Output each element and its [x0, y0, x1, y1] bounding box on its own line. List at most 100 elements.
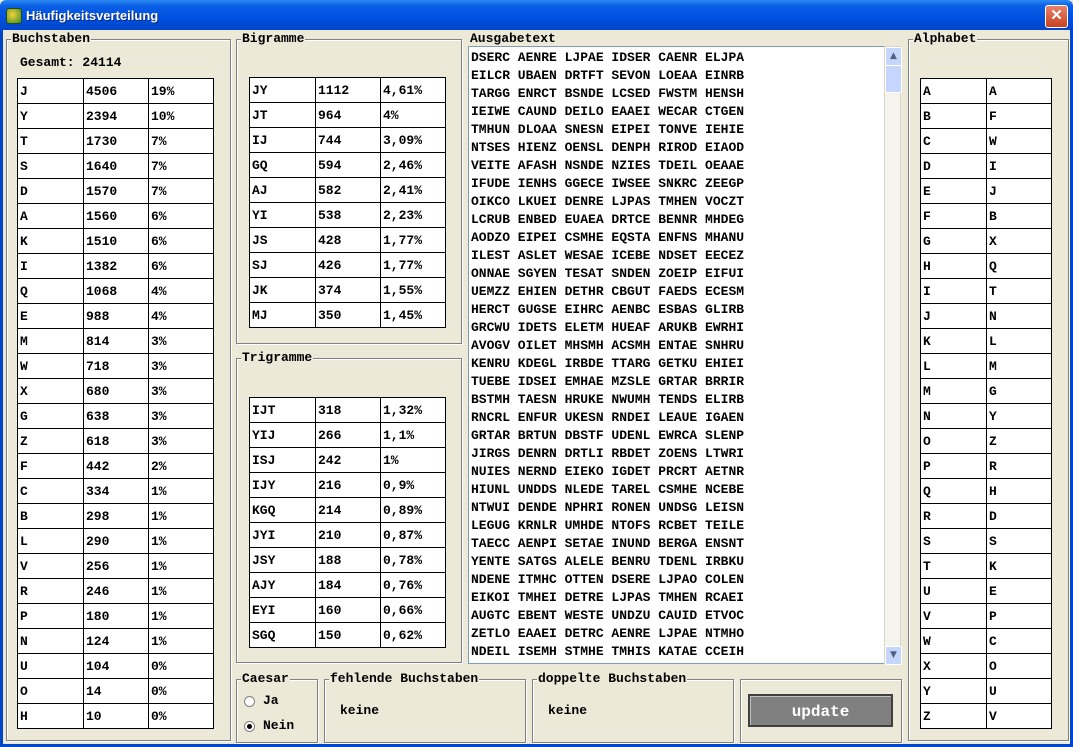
caesar-group: Caesar — [236, 671, 318, 743]
buchstaben-percent-cell: 3% — [148, 328, 214, 354]
alphabet-row: TK — [920, 553, 1052, 579]
ausgabetext-line: UEMZZ EHIEN DETHR CBGUT FAEDS ECESM — [471, 284, 745, 299]
ausgabetext-line: LCRUB ENBED EUAEA DRTCE BENNR MHDEG — [471, 212, 745, 227]
ausgabetext-line: NUIES NERND EIEKO IGDET PRCRT AETNR — [471, 464, 745, 479]
alphabet-plain-cell: V — [920, 603, 987, 629]
caesar-ja-label[interactable]: Ja — [263, 693, 279, 708]
bigramme-count-cell: 744 — [315, 127, 381, 153]
buchstaben-letter-cell: W — [17, 353, 84, 379]
bigramme-percent-cell: 4% — [380, 102, 446, 128]
update-button[interactable]: update — [748, 694, 893, 727]
caesar-ja-radio[interactable] — [244, 696, 255, 707]
buchstaben-table: J 4506 19% Y 2394 10% T 1730 7% S 1640 7% D 1570 7% A 15… — [17, 78, 214, 729]
bigramme-percent-cell: 1,77% — [380, 252, 446, 278]
alphabet-cipher-cell: L — [986, 328, 1052, 354]
trigramme-count-cell: 184 — [315, 572, 381, 598]
alphabet-plain-cell: A — [920, 78, 987, 104]
trigramme-count-cell: 150 — [315, 622, 381, 648]
buchstaben-percent-cell: 0% — [148, 678, 214, 704]
ausgabetext-line: HERCT GUGSE EIHRC AENBC ESBAS GLIRB — [471, 302, 745, 317]
alphabet-cipher-cell: Q — [986, 253, 1052, 279]
alphabet-plain-cell: U — [920, 578, 987, 604]
buchstaben-letter-cell: Q — [17, 278, 84, 304]
bigramme-row: IJ 744 3,09% — [249, 127, 446, 153]
trigramme-row: SGQ 150 0,62% — [249, 622, 446, 648]
buchstaben-percent-cell: 19% — [148, 78, 214, 104]
buchstaben-row: H 10 0% — [17, 703, 214, 729]
buchstaben-percent-cell: 7% — [148, 153, 214, 179]
buchstaben-percent-cell: 2% — [148, 453, 214, 479]
alphabet-row: IT — [920, 278, 1052, 304]
alphabet-row: JN — [920, 303, 1052, 329]
scroll-thumb[interactable] — [885, 65, 902, 93]
buchstaben-count-cell: 1570 — [83, 178, 149, 204]
ausgabetext-line: YENTE SATGS ALELE BENRU TDENL IRBKU — [471, 554, 745, 569]
bigramme-gram-cell: AJ — [249, 177, 316, 203]
buchstaben-letter-cell: B — [17, 503, 84, 529]
buchstaben-count-cell: 680 — [83, 378, 149, 404]
trigramme-percent-cell: 0,78% — [380, 547, 446, 573]
ausgabetext-memo[interactable]: DSERC AENRE LJPAE IDSER CAENR ELJPA EILCR… — [468, 46, 886, 664]
scroll-up-button[interactable]: ▲ — [885, 47, 902, 66]
buchstaben-letter-cell: U — [17, 653, 84, 679]
bigramme-gram-cell: GQ — [249, 152, 316, 178]
fehlende-legend: fehlende Buchstaben — [329, 671, 480, 687]
ausgabetext-scrollbar[interactable]: ▲ ▼ — [884, 46, 902, 665]
buchstaben-percent-cell: 3% — [148, 353, 214, 379]
buchstaben-count-cell: 10 — [83, 703, 149, 729]
alphabet-row: QH — [920, 478, 1052, 504]
alphabet-cipher-cell: R — [986, 453, 1052, 479]
trigramme-legend: Trigramme — [241, 350, 314, 366]
caesar-nein-radio[interactable] — [244, 721, 255, 732]
ausgabetext-line: ILEST ASLET WESAE ICEBE NDSET EECEZ — [471, 248, 745, 263]
ausgabetext-line: TAECC AENPI SETAE INUND BERGA ENSNT — [471, 536, 745, 551]
bigramme-row: MJ 350 1,45% — [249, 302, 446, 328]
buchstaben-letter-cell: S — [17, 153, 84, 179]
ausgabetext-line: VEITE AFASH NSNDE NZIES TDEIL OEAAE — [471, 158, 745, 173]
alphabet-row: EJ — [920, 178, 1052, 204]
trigramme-gram-cell: SGQ — [249, 622, 316, 648]
bigramme-gram-cell: JT — [249, 102, 316, 128]
ausgabetext-line: AVOGV OILET MHSMH ACSMH ENTAE SNHRU — [471, 338, 745, 353]
bigramme-percent-cell: 1,45% — [380, 302, 446, 328]
bigramme-percent-cell: 4,61% — [380, 77, 446, 103]
buchstaben-letter-cell: I — [17, 253, 84, 279]
alphabet-cipher-cell: D — [986, 503, 1052, 529]
ausgabetext-line: GRCWU IDETS ELETM HUEAF ARUKB EWRHI — [471, 320, 745, 335]
bigramme-count-cell: 594 — [315, 152, 381, 178]
buchstaben-letter-cell: Y — [17, 103, 84, 129]
ausgabetext-line: RNCRL ENFUR UKESN RNDEI LEAUE IGAEN — [471, 410, 745, 425]
alphabet-row: WC — [920, 628, 1052, 654]
trigramme-percent-cell: 1,32% — [380, 397, 446, 423]
title-bar[interactable]: Häufigkeitsverteilung ✕ — [0, 0, 1073, 30]
trigramme-row: AJY 184 0,76% — [249, 572, 446, 598]
trigramme-gram-cell: YIJ — [249, 422, 316, 448]
bigramme-gram-cell: MJ — [249, 302, 316, 328]
app-icon — [6, 8, 22, 24]
bigramme-gram-cell: IJ — [249, 127, 316, 153]
ausgabetext-line: EIKOI TMHEI DETRE LJPAS TMHEN RCAEI — [471, 590, 745, 605]
trigramme-count-cell: 214 — [315, 497, 381, 523]
alphabet-plain-cell: R — [920, 503, 987, 529]
alphabet-cipher-cell: F — [986, 103, 1052, 129]
buchstaben-legend: Buchstaben — [11, 31, 92, 47]
ausgabetext-line: KENRU KDEGL IRBDE TTARG GETKU EHIEI — [471, 356, 745, 371]
caesar-nein-label[interactable]: Nein — [263, 718, 294, 733]
alphabet-row: SS — [920, 528, 1052, 554]
buchstaben-count-cell: 298 — [83, 503, 149, 529]
bigramme-row: JT 964 4% — [249, 102, 446, 128]
bigramme-count-cell: 582 — [315, 177, 381, 203]
alphabet-cipher-cell: I — [986, 153, 1052, 179]
ausgabetext-line: IFUDE IENHS GGECE IWSEE SNKRC ZEEGP — [471, 176, 745, 191]
buchstaben-letter-cell: J — [17, 78, 84, 104]
scroll-down-button[interactable]: ▼ — [885, 646, 902, 665]
bigramme-row: AJ 582 2,41% — [249, 177, 446, 203]
buchstaben-count-cell: 618 — [83, 428, 149, 454]
trigramme-count-cell: 160 — [315, 597, 381, 623]
bigramme-row: YI 538 2,23% — [249, 202, 446, 228]
trigramme-gram-cell: JYI — [249, 522, 316, 548]
trigramme-percent-cell: 0,62% — [380, 622, 446, 648]
trigramme-row: EYI 160 0,66% — [249, 597, 446, 623]
close-button[interactable]: ✕ — [1045, 5, 1068, 28]
trigramme-row: IJY 216 0,9% — [249, 472, 446, 498]
